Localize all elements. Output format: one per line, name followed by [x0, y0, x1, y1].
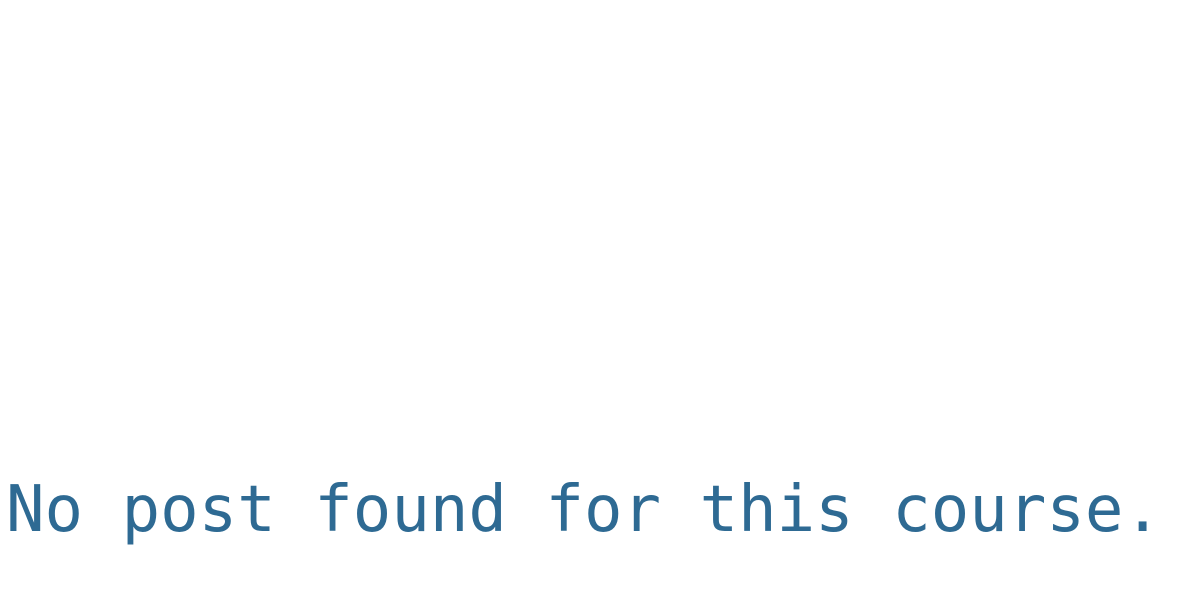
empty-state-message: No post found for this course. [6, 473, 1162, 547]
page-container: No post found for this course. [0, 0, 1200, 600]
